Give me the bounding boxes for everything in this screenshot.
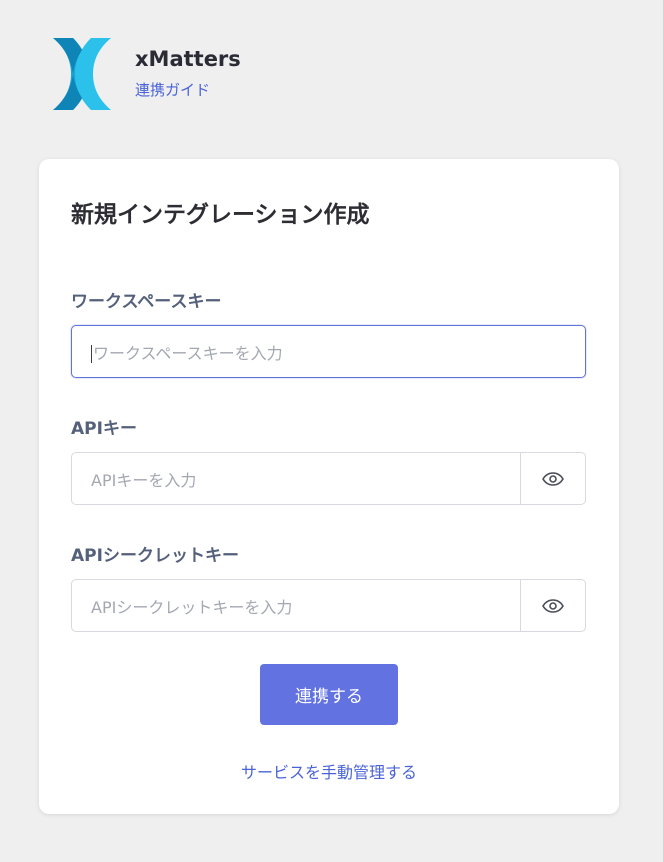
eye-icon [542,471,564,486]
brand: xMatters 連携ガイド [135,46,241,100]
app-name: xMatters [135,46,241,71]
api-secret-visibility-toggle[interactable] [520,580,585,631]
page-title: 新規インテグレーション作成 [71,202,370,228]
header: xMatters 連携ガイド [53,38,241,110]
workspace-key-placeholder: ワークスペースキーを入力 [93,343,283,363]
xmatters-logo-icon [53,38,111,110]
api-secret-field[interactable]: APIシークレットキーを入力 [71,579,586,632]
api-secret-label: APIシークレットキー [71,546,239,566]
api-key-input[interactable]: APIキーを入力 [72,467,520,491]
api-key-field[interactable]: APIキーを入力 [71,452,586,505]
api-secret-input[interactable]: APIシークレットキーを入力 [72,594,520,618]
workspace-key-label: ワークスペースキー [71,292,222,312]
workspace-key-field[interactable]: ワークスペースキーを入力 [71,325,586,378]
integration-form-card: 新規インテグレーション作成 ワークスペースキー ワークスペースキーを入力 API… [39,159,619,814]
manual-management-link[interactable]: サービスを手動管理する [39,759,619,783]
api-key-label: APIキー [71,419,137,439]
workspace-key-input[interactable]: ワークスペースキーを入力 [72,340,585,364]
api-key-visibility-toggle[interactable] [520,453,585,504]
text-caret [91,345,92,363]
integration-guide-link[interactable]: 連携ガイド [135,79,241,100]
connect-button[interactable]: 連携する [260,664,398,725]
eye-icon [542,598,564,613]
